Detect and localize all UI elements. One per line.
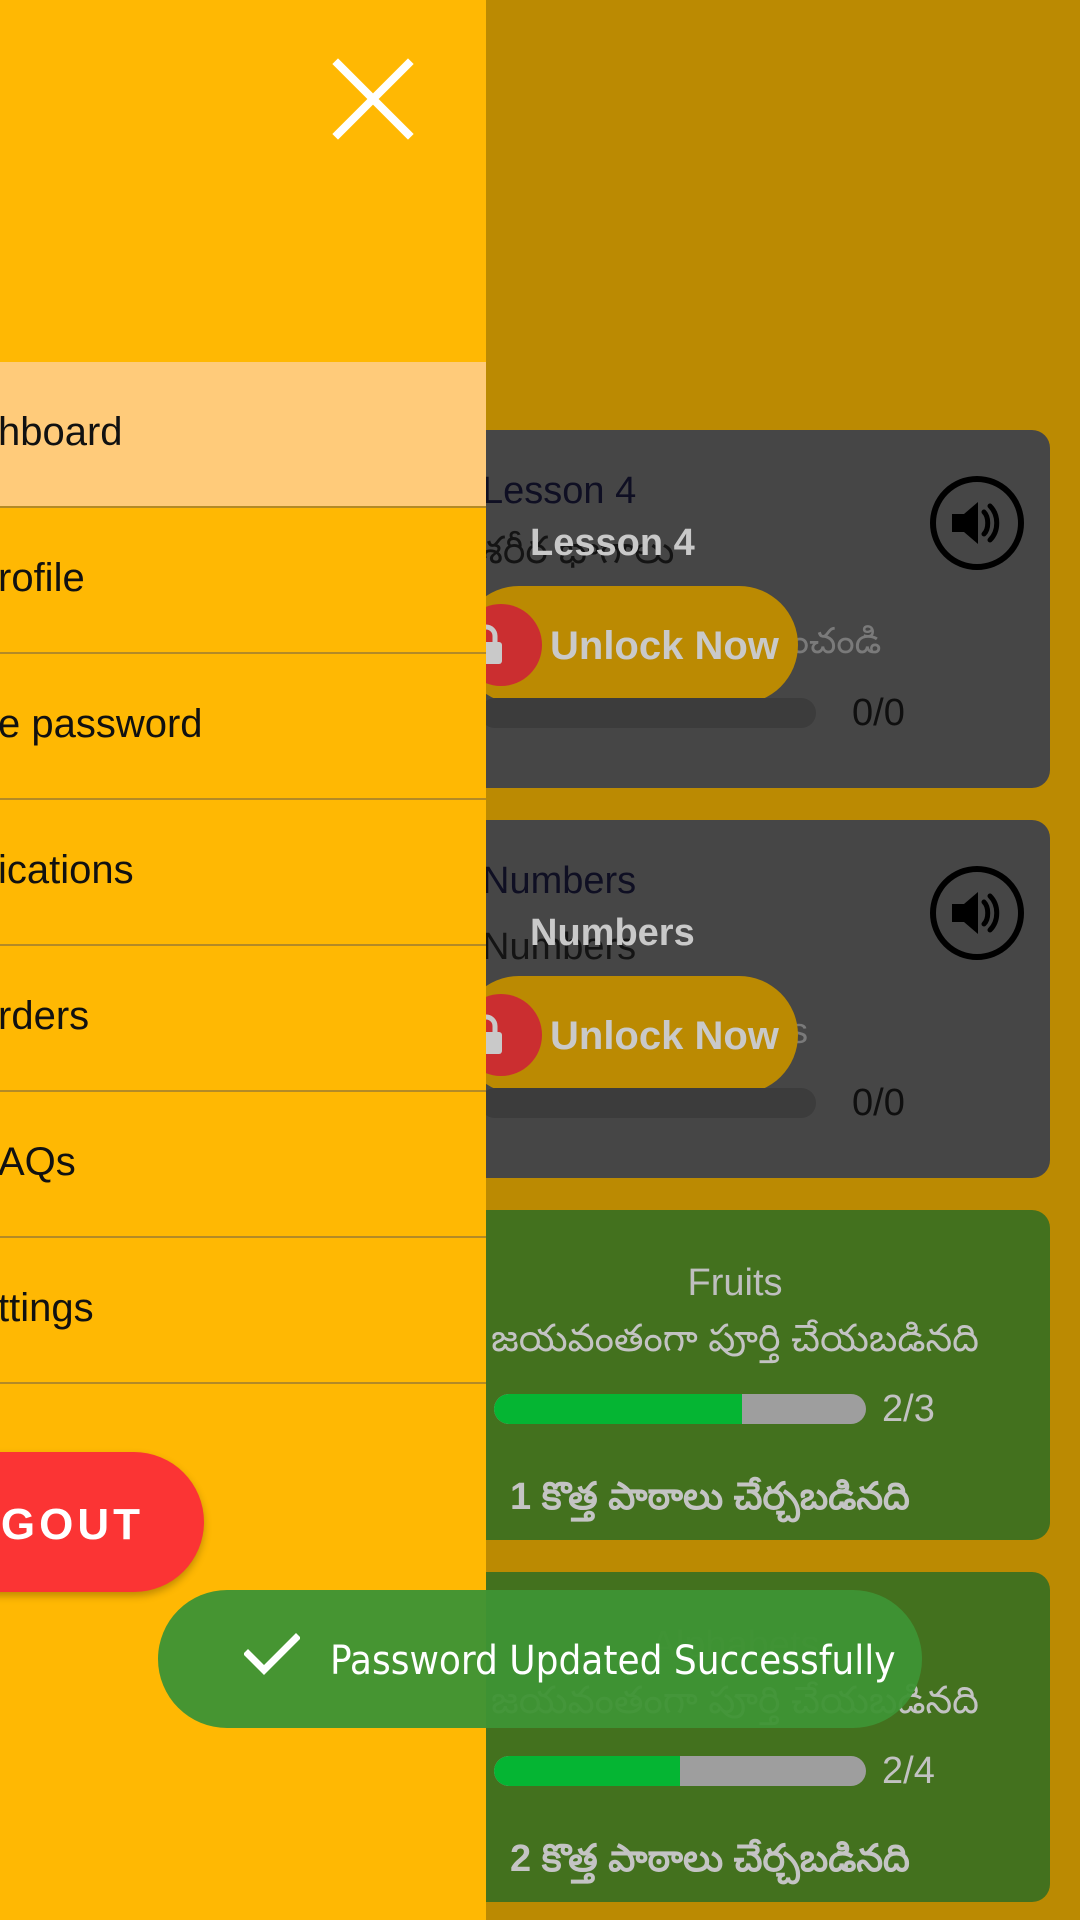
progress-count: 2/3 [882, 1388, 935, 1430]
progress-count: 2/4 [882, 1750, 935, 1792]
lesson-card-fruits[interactable]: Fruits జయవంతంగా పూర్తి చేయబడినది 2/3 1 క… [420, 1210, 1050, 1540]
toast-message: Password Updated Successfully [330, 1638, 896, 1684]
progress-count: 0/0 [852, 1082, 905, 1124]
unlock-now-label: Unlock Now [550, 624, 779, 668]
menu-item-label: AQs [0, 1140, 76, 1184]
menu-item-faqs[interactable]: AQs [0, 1092, 486, 1238]
logout-button[interactable]: GOUT [0, 1452, 204, 1592]
logout-label: GOUT [0, 1500, 144, 1549]
lesson-overlay-title: Numbers [530, 912, 695, 954]
menu-item-label: e password [0, 702, 203, 746]
speaker-icon[interactable] [930, 866, 1024, 960]
menu-item-label: rders [0, 994, 90, 1038]
new-lessons-label: 2 కొత్త పాఠాలు చేర్చబడినది [510, 1838, 910, 1880]
success-toast: Password Updated Successfully [158, 1590, 922, 1728]
progress-fill [494, 1756, 680, 1786]
lesson-card-numbers[interactable]: Numbers Numbers Numbers s Unlock Now 0/0 [420, 820, 1050, 1178]
progress-track [480, 698, 816, 728]
unlock-now-label: Unlock Now [550, 1014, 779, 1058]
checkmark-icon [244, 1633, 300, 1675]
progress-fill [494, 1394, 743, 1424]
menu-item-label: hboard [0, 410, 123, 454]
progress-bar [494, 1394, 866, 1424]
speaker-icon[interactable] [930, 476, 1024, 570]
menu-item-change-password[interactable]: e password [0, 654, 486, 800]
close-icon[interactable] [330, 56, 416, 142]
unlock-now-button[interactable]: Unlock Now [460, 976, 798, 1094]
menu-item-dashboard[interactable]: hboard [0, 362, 486, 508]
menu-item-notifications[interactable]: ications [0, 800, 486, 946]
lesson-title: Fruits [687, 1262, 783, 1304]
menu-item-orders[interactable]: rders [0, 946, 486, 1092]
menu-item-label: ttings [0, 1286, 94, 1330]
new-lessons-label: 1 కొత్త పాఠాలు చేర్చబడినది [510, 1476, 910, 1518]
lesson-title: Lesson 4 [482, 470, 637, 512]
unlock-now-button[interactable]: Unlock Now [460, 586, 798, 704]
lesson-status: జయవంతంగా పూర్తి చేయబడినది [490, 1318, 980, 1360]
menu-item-settings[interactable]: ttings [0, 1238, 486, 1384]
menu-item-label: ications [0, 848, 134, 892]
lesson-overlay-title: Lesson 4 [530, 522, 695, 564]
menu-item-label: rofile [0, 556, 85, 600]
menu-item-profile[interactable]: rofile [0, 508, 486, 654]
progress-count: 0/0 [852, 692, 905, 734]
lesson-card-lesson4[interactable]: Lesson 4 శరీర భాగాలు Lesson 4 ించండి Unl… [420, 430, 1050, 788]
progress-track [480, 1088, 816, 1118]
progress-bar [494, 1756, 866, 1786]
lesson-title: Numbers [482, 860, 637, 902]
